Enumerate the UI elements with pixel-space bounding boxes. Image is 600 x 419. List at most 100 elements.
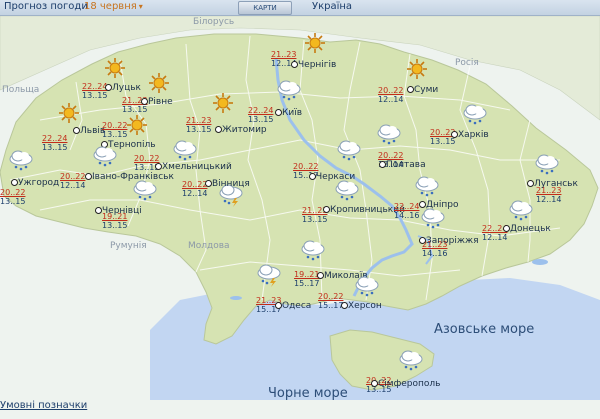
sun-icon <box>212 92 234 118</box>
sun-icon <box>148 72 170 98</box>
rain-cloud-icon <box>92 146 118 172</box>
night-temperature: 12..14 <box>482 233 508 242</box>
city-dot <box>527 180 534 187</box>
city-label[interactable]: Рівне <box>148 97 173 107</box>
day-temperature: 20..22 <box>378 151 404 160</box>
day-temperature: 22..24 <box>82 82 108 91</box>
night-temperature: 13..15 <box>186 125 212 134</box>
city-dot <box>309 173 316 180</box>
city-dot <box>451 131 458 138</box>
night-temperature: 13..15 <box>248 115 274 124</box>
city-dot <box>291 61 298 68</box>
city-label[interactable]: Луцьк <box>112 83 141 93</box>
day-temperature: 20..22 <box>318 292 344 301</box>
rain-cloud-icon <box>398 350 424 376</box>
day-temperature: 21..23 <box>186 116 212 125</box>
city-temperature: 22..24 14..16 <box>394 202 419 220</box>
city-label[interactable]: Сімферополь <box>378 379 440 389</box>
night-temperature: 15..17 <box>318 301 344 310</box>
city-label[interactable]: Чернігів <box>298 60 336 70</box>
night-temperature: 13..15 <box>0 197 26 206</box>
city-label[interactable]: Полтава <box>386 160 426 170</box>
city-temperature: 19..21 15..17 <box>294 270 319 288</box>
day-temperature: 20..22 <box>293 162 319 171</box>
day-temperature: 22..24 <box>248 106 274 115</box>
city-dot <box>11 179 18 186</box>
day-temperature: 22..24 <box>42 134 68 143</box>
top-bar: Прогноз погоди 18 червня КАРТИ Україна <box>0 0 600 16</box>
country-label-romania: Румунія <box>110 241 147 251</box>
city-label[interactable]: Чернівці <box>102 206 142 216</box>
city-label[interactable]: Запоріжжя <box>426 236 479 246</box>
night-temperature: 12..14 <box>182 189 208 198</box>
city-dot <box>419 237 426 244</box>
country-label-russia: Росія <box>455 58 479 68</box>
city-dot <box>105 84 112 91</box>
night-temperature: 12..14 <box>378 95 404 104</box>
rain-cloud-icon <box>508 200 534 226</box>
city-temperature: 20..22 12..14 <box>378 86 403 104</box>
day-temperature: 20..22 <box>60 172 86 181</box>
city-dot <box>341 302 348 309</box>
city-temperature: 20..22 13..15 <box>102 121 127 139</box>
region-title: Україна <box>312 1 353 12</box>
night-temperature: 13..15 <box>302 215 328 224</box>
rain-cloud-icon <box>376 124 402 150</box>
rain-cloud-icon <box>414 176 440 202</box>
rain-cloud-icon <box>462 104 488 130</box>
night-temperature: 13..15 <box>42 143 68 152</box>
night-temperature: 13..15 <box>430 137 456 146</box>
day-temperature: 19..21 <box>294 270 320 279</box>
day-temperature: 21..23 <box>271 50 297 59</box>
city-label[interactable]: Одеса <box>282 301 311 311</box>
legend-link[interactable]: Умовні позначки <box>0 400 87 411</box>
city-label[interactable]: Харків <box>458 130 489 140</box>
rain-cloud-icon <box>8 150 34 176</box>
city-label[interactable]: Хмельницький <box>162 162 232 172</box>
night-temperature: 13..15 <box>102 221 128 230</box>
night-temperature: 13..15 <box>102 130 128 139</box>
city-dot <box>141 98 148 105</box>
city-label[interactable]: Суми <box>414 85 438 95</box>
rain-cloud-icon <box>300 240 326 266</box>
city-dot <box>155 163 162 170</box>
day-temperature: 20..22 <box>0 188 26 197</box>
maps-button[interactable]: КАРТИ <box>238 1 292 15</box>
city-dot <box>317 272 324 279</box>
country-label-poland: Польща <box>2 85 40 95</box>
date-selector[interactable]: 18 червня <box>84 1 143 12</box>
day-temperature: 22..24 <box>394 202 420 211</box>
city-label[interactable]: Київ <box>282 108 302 118</box>
city-temperature: 20..22 12..14 <box>60 172 85 190</box>
city-dot <box>323 206 330 213</box>
city-dot <box>73 127 80 134</box>
city-temperature: 22..24 13..15 <box>42 134 67 152</box>
city-label[interactable]: Вінниця <box>212 179 250 189</box>
city-label[interactable]: Ужгород <box>18 178 59 188</box>
night-temperature: 12..14 <box>536 195 562 204</box>
rain-cloud-icon <box>276 80 302 106</box>
city-label[interactable]: Житомир <box>222 125 267 135</box>
sun-icon <box>406 58 428 84</box>
country-label-belarus: Білорусь <box>193 17 235 27</box>
sun-icon <box>304 32 326 58</box>
rain-cloud-icon <box>354 276 380 302</box>
city-label[interactable]: Донецьк <box>510 224 551 234</box>
city-label[interactable]: Херсон <box>348 301 382 311</box>
rain-cloud-icon <box>420 208 446 234</box>
day-temperature: 20..22 <box>102 121 128 130</box>
city-temperature: 20..22 12..14 <box>182 180 207 198</box>
city-dot <box>419 201 426 208</box>
night-temperature: 14..16 <box>422 249 448 258</box>
storm-cloud-icon <box>256 264 282 292</box>
city-dot <box>205 180 212 187</box>
day-temperature: 20..22 <box>182 180 208 189</box>
rain-cloud-icon <box>132 180 158 206</box>
sea-label-black: Чорне море <box>268 386 348 401</box>
city-dot <box>275 109 282 116</box>
city-temperature: 20..22 15..17 <box>318 292 343 310</box>
city-label[interactable]: Луганськ <box>534 179 578 189</box>
night-temperature: 15..17 <box>294 279 320 288</box>
country-label-moldova: Молдова <box>188 241 230 251</box>
sun-icon <box>58 102 80 128</box>
